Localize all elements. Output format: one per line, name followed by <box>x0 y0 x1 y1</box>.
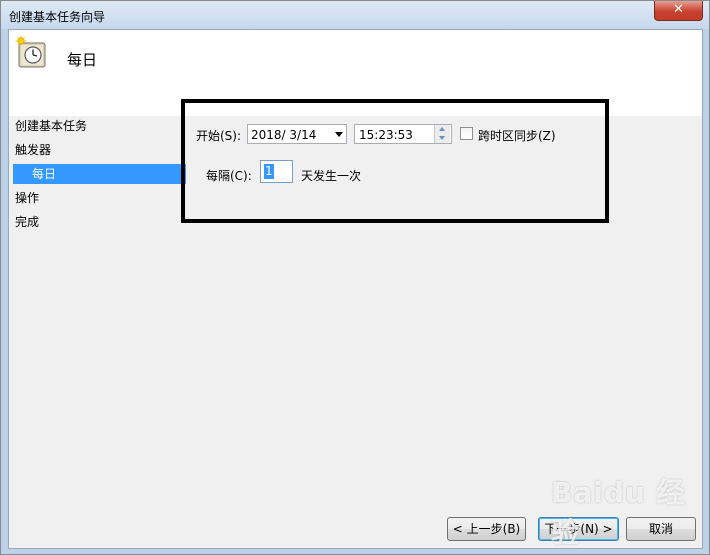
start-label: 开始(S): <box>196 129 242 143</box>
cancel-button[interactable]: 取消 <box>626 517 696 541</box>
cancel-button-label: 取消 <box>648 522 673 536</box>
dropdown-arrow-icon[interactable] <box>335 132 343 137</box>
recur-days-value: 1 <box>264 164 274 179</box>
title-bar[interactable]: 创建基本任务向导 ✕ <box>1 1 709 29</box>
nav-step-label: 每日 <box>32 167 57 181</box>
close-icon: ✕ <box>673 2 684 17</box>
spin-down-arrow-icon[interactable] <box>435 134 450 143</box>
sync-timezones-checkbox[interactable] <box>460 127 473 140</box>
window-title: 创建基本任务向导 <box>9 10 106 24</box>
annotation-highlight-box <box>181 99 609 223</box>
nav-step-create-basic-task[interactable]: 创建基本任务 <box>15 116 87 136</box>
recur-days-input[interactable]: 1 <box>260 160 293 183</box>
wizard-client-area: 每日 创建基本任务 触发器 每日 操作 完成 开始(S): 2018/ 3/14… <box>8 29 703 549</box>
sync-timezones-label[interactable]: 跨时区同步(Z) <box>478 127 556 144</box>
start-time-value: 15:23:53 <box>359 128 413 142</box>
recur-label: 每隔(C): <box>206 169 252 183</box>
start-date-value: 2018/ 3/14 <box>251 128 317 142</box>
task-clock-icon <box>15 36 46 68</box>
nav-step-finish[interactable]: 完成 <box>15 212 39 232</box>
time-spinner <box>434 125 451 143</box>
nav-step-label: 完成 <box>15 215 40 229</box>
close-button[interactable]: ✕ <box>654 1 703 21</box>
wizard-steps-nav: 创建基本任务 触发器 每日 操作 完成 <box>9 116 189 548</box>
back-button[interactable]: < 上一步(B) <box>447 517 526 541</box>
nav-step-label: 操作 <box>15 191 40 205</box>
recur-suffix-label: 天发生一次 <box>301 169 362 183</box>
start-date-picker[interactable]: 2018/ 3/14 <box>247 124 347 144</box>
page-title: 每日 <box>67 51 98 69</box>
nav-step-action[interactable]: 操作 <box>15 188 39 208</box>
wizard-window: 创建基本任务向导 ✕ 每日 创建基本任务 触发器 每日 操作 完成 开始(S):… <box>0 0 710 555</box>
nav-step-label: 触发器 <box>15 143 52 157</box>
back-button-label: < 上一步(B) <box>452 522 521 536</box>
next-button[interactable]: 下一步(N) > <box>538 517 619 541</box>
nav-step-label: 创建基本任务 <box>15 119 88 133</box>
nav-step-daily[interactable]: 每日 <box>13 164 186 184</box>
nav-step-trigger[interactable]: 触发器 <box>15 140 51 160</box>
start-time-field[interactable]: 15:23:53 <box>354 124 452 144</box>
next-button-label: 下一步(N) > <box>544 522 613 536</box>
